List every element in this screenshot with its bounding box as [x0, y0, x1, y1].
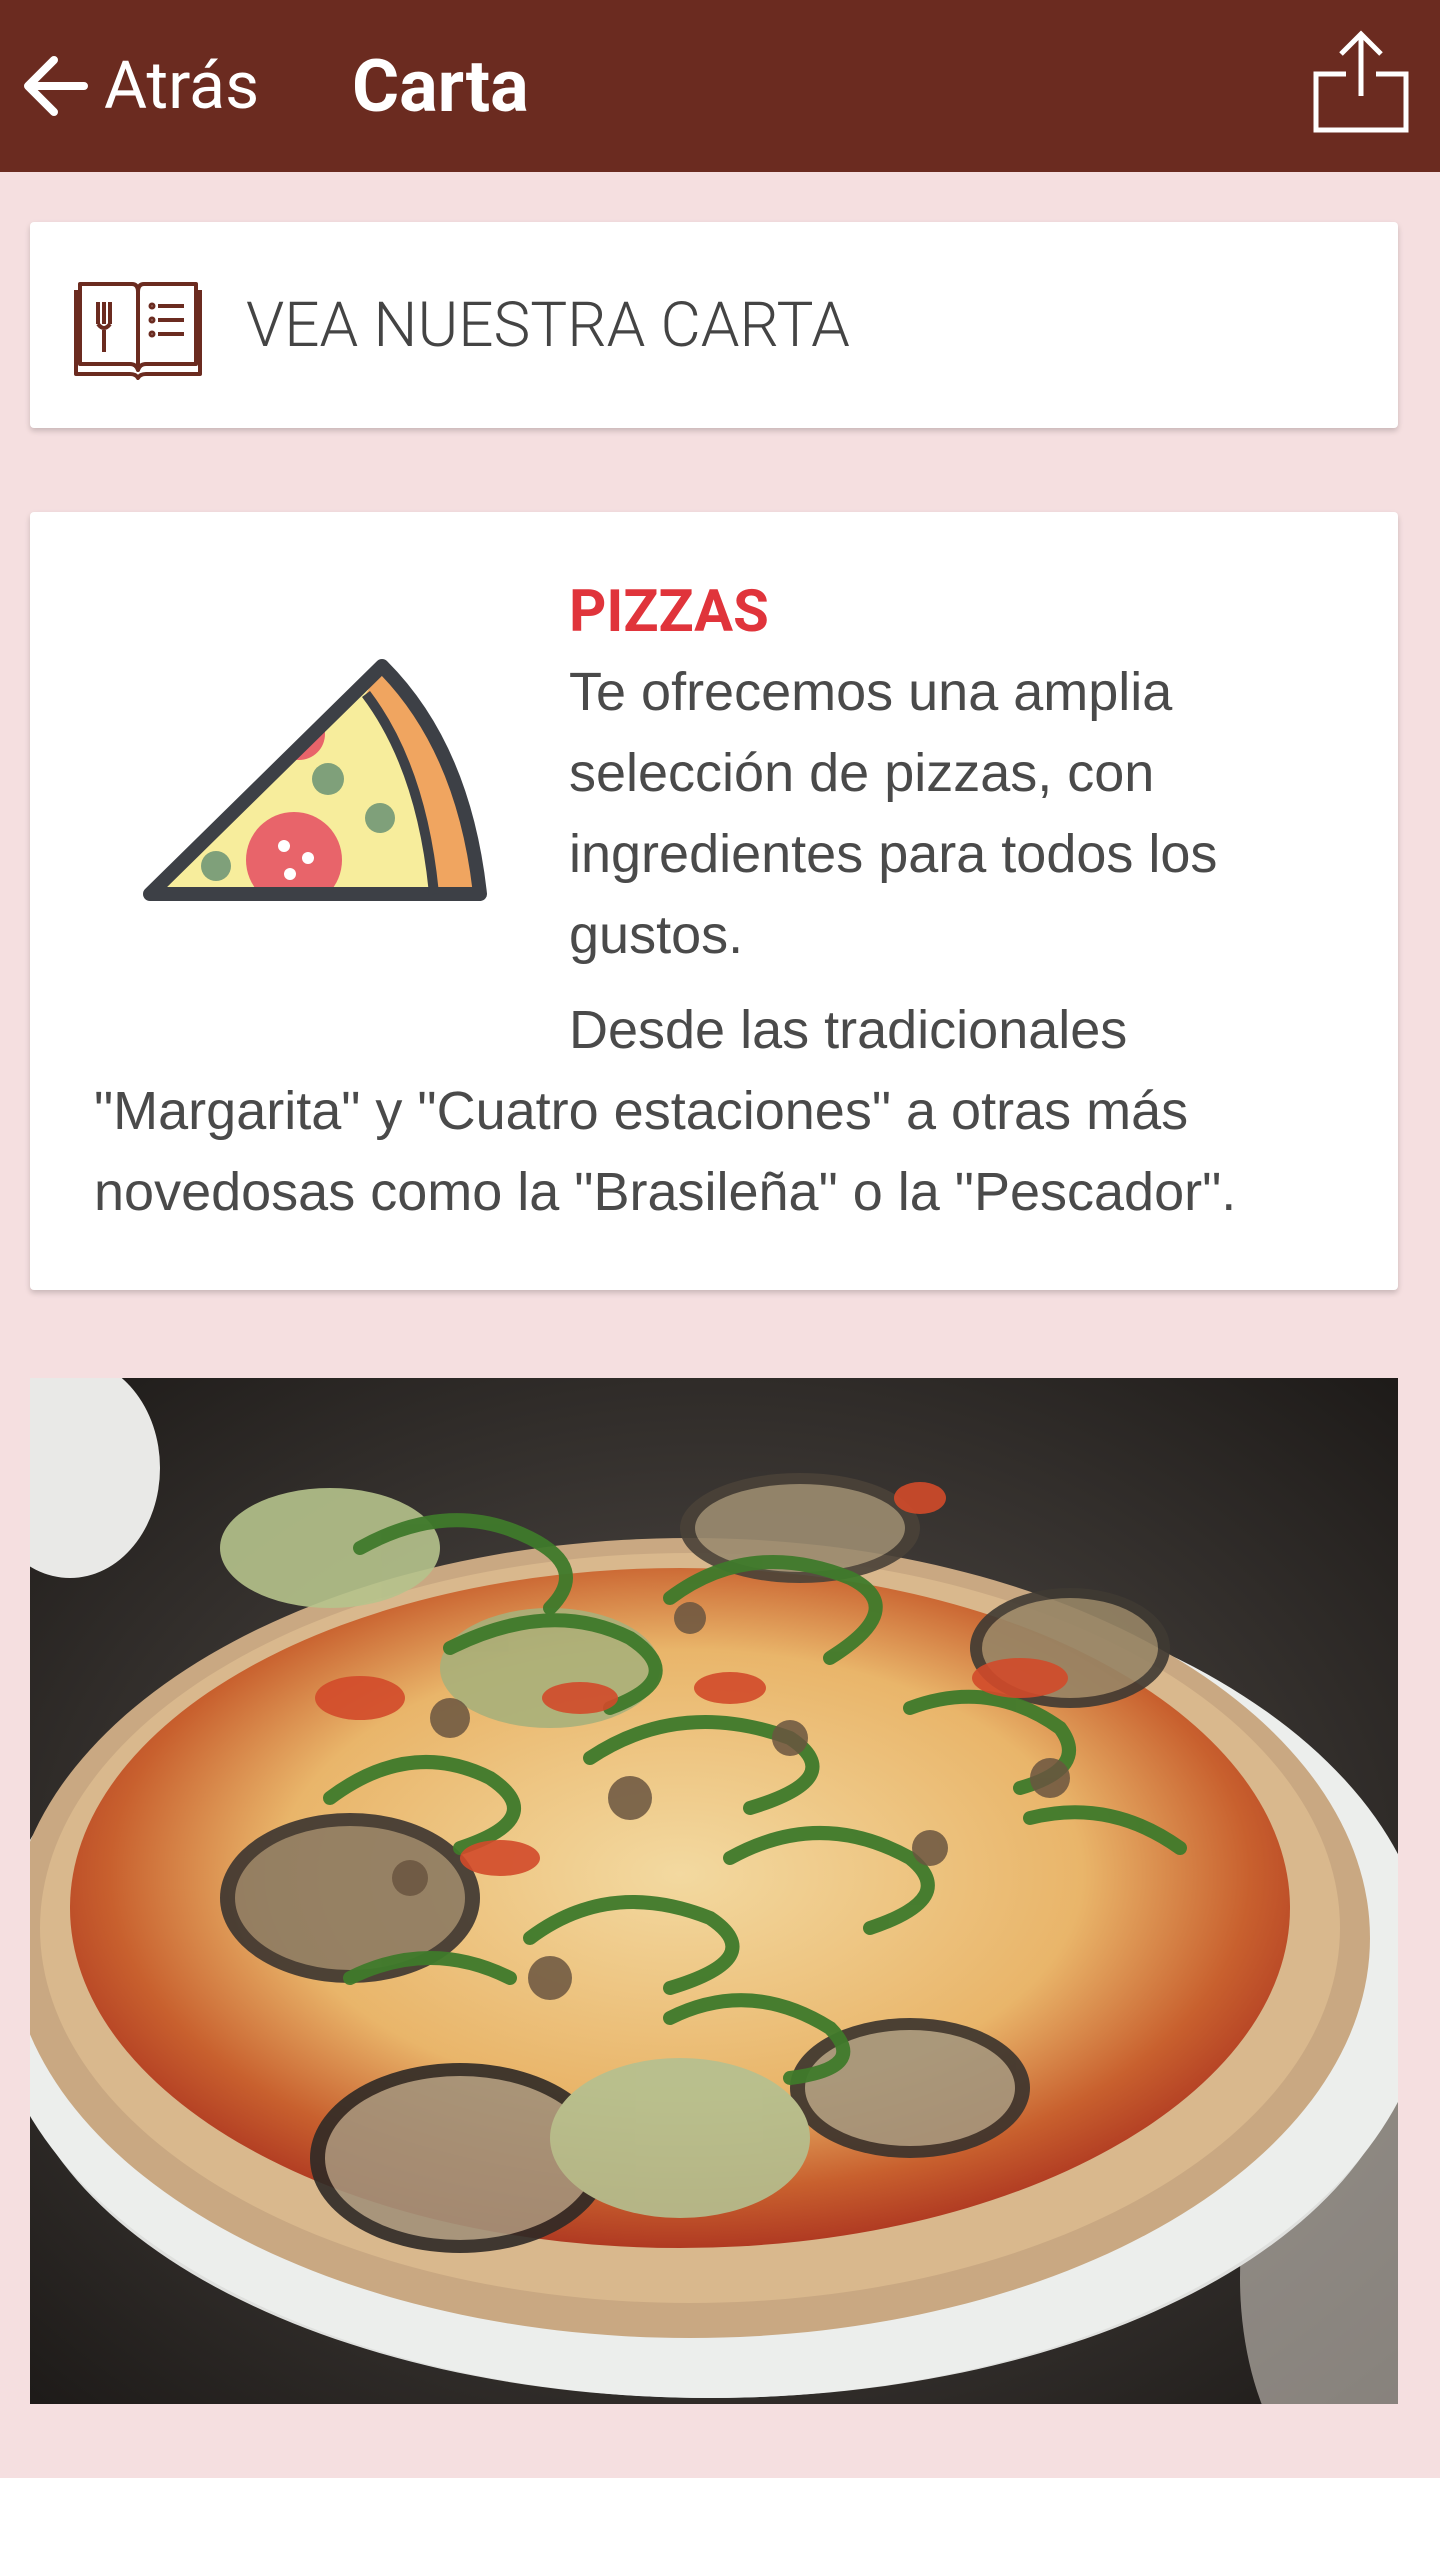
view-menu-label: VEA NUESTRA CARTA — [246, 288, 850, 362]
top-app-bar: Atrás Carta — [0, 0, 1440, 172]
arrow-left-icon — [24, 56, 88, 116]
content-area: VEA NUESTRA CARTA PIZZAS Te ofrecemos un… — [0, 172, 1440, 2478]
app-screen: Atrás Carta VEA NUESTRA CARTA PIZZAS Te … — [0, 0, 1440, 2560]
menu-book-icon — [74, 282, 202, 380]
section-description-1: Te ofrecemos una amplia selección de piz… — [569, 662, 1218, 965]
share-icon — [1313, 30, 1409, 133]
section-description-2: Desde las tradicionales "Margarita" y "C… — [94, 1000, 1237, 1222]
share-button[interactable] — [1306, 26, 1416, 138]
pizzas-card: PIZZAS Te ofrecemos una amplia selección… — [30, 512, 1398, 1290]
pizza-slice-icon — [143, 659, 487, 901]
pizza-photo — [30, 1378, 1398, 2404]
back-label: Atrás — [104, 47, 260, 125]
view-menu-card[interactable]: VEA NUESTRA CARTA — [30, 222, 1398, 428]
section-description-2-wrap: Desde las tradicionales "Margarita" y "C… — [94, 990, 1374, 1233]
section-heading: PIZZAS — [569, 578, 769, 646]
back-button[interactable]: Atrás — [18, 30, 259, 142]
page-title: Carta — [352, 43, 529, 129]
pizza-photo-illustration — [30, 1378, 1398, 2404]
